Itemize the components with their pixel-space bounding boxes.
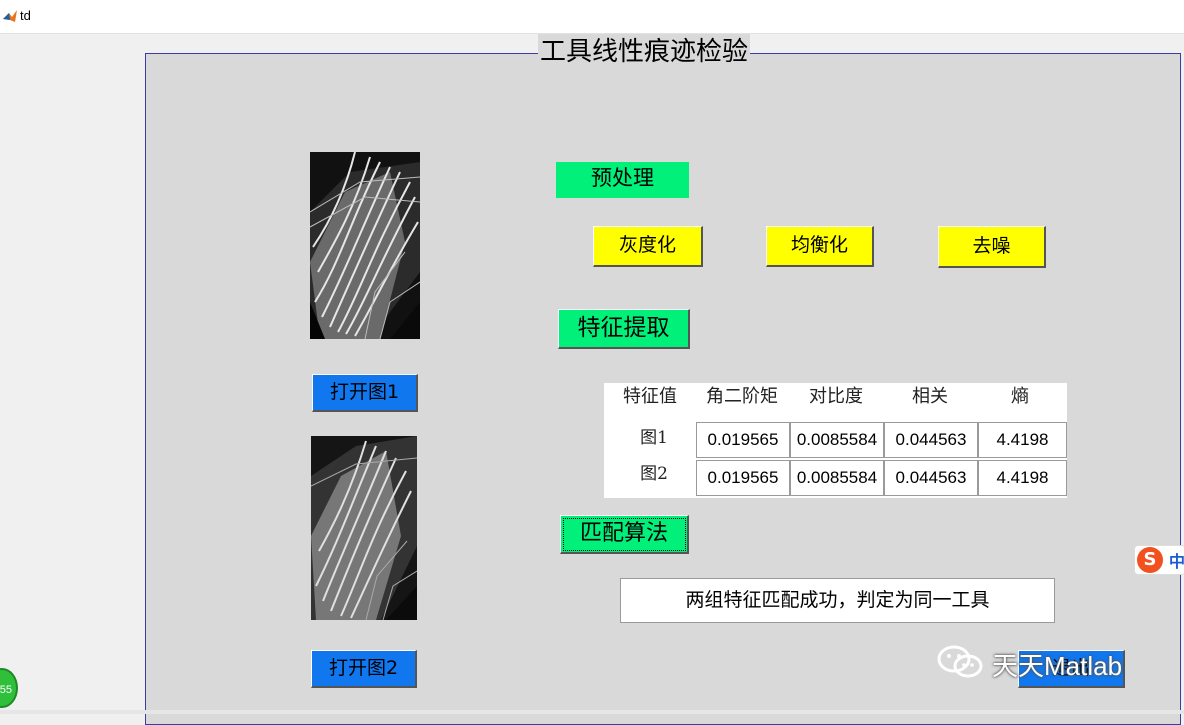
open-image1-button[interactable]: 打开图1 — [312, 374, 418, 412]
table-row-label-1: 图1 — [640, 428, 668, 448]
open-image2-button[interactable]: 打开图2 — [311, 650, 417, 688]
table-cell[interactable]: 0.019565 — [696, 422, 790, 458]
table-header-contrast: 对比度 — [809, 386, 863, 407]
grayscale-button[interactable]: 灰度化 — [593, 226, 703, 267]
table-cell[interactable]: 4.4198 — [978, 422, 1067, 458]
table-header-asm: 角二阶矩 — [706, 386, 778, 407]
ime-language-label: 中 — [1169, 552, 1184, 571]
image1-display — [310, 152, 420, 339]
preprocess-button[interactable]: 预处理 — [556, 162, 689, 198]
table-header-entropy: 熵 — [1011, 386, 1029, 407]
table-cell[interactable]: 0.044563 — [884, 460, 978, 496]
sogou-icon: S — [1137, 547, 1163, 573]
tool-mark-image-2 — [311, 436, 417, 620]
table-cell[interactable]: 0.0085584 — [790, 422, 884, 458]
matlab-icon — [3, 10, 17, 22]
table-header-correlation: 相关 — [912, 386, 948, 407]
bottom-edge — [0, 710, 1184, 714]
ime-indicator[interactable]: S 中 — [1134, 545, 1184, 575]
table-header-feature: 特征值 — [623, 386, 677, 407]
table-cell[interactable]: 4.4198 — [978, 460, 1067, 496]
denoise-button[interactable]: 去噪 — [938, 226, 1046, 268]
tool-mark-image-1 — [310, 152, 420, 339]
table-cell[interactable]: 0.019565 — [696, 460, 790, 496]
table-cell[interactable]: 0.0085584 — [790, 460, 884, 496]
watermark-text: 天天Matlab — [992, 651, 1123, 681]
image2-display — [311, 436, 417, 620]
panel-title: 工具线性痕迹检验 — [538, 34, 751, 70]
equalize-button[interactable]: 均衡化 — [766, 226, 874, 267]
feature-table: 特征值 角二阶矩 对比度 相关 熵 图1 图2 0.019565 0.00855… — [604, 383, 1067, 498]
table-row-label-2: 图2 — [640, 464, 668, 484]
feature-extract-button[interactable]: 特征提取 — [558, 309, 690, 349]
wechat-icon — [937, 645, 983, 678]
window-title: td — [20, 8, 31, 23]
table-cell[interactable]: 0.044563 — [884, 422, 978, 458]
match-algorithm-button[interactable]: 匹配算法 — [560, 515, 689, 554]
result-text-box: 两组特征匹配成功，判定为同一工具 — [620, 578, 1055, 623]
window-titlebar: td — [0, 0, 1184, 34]
